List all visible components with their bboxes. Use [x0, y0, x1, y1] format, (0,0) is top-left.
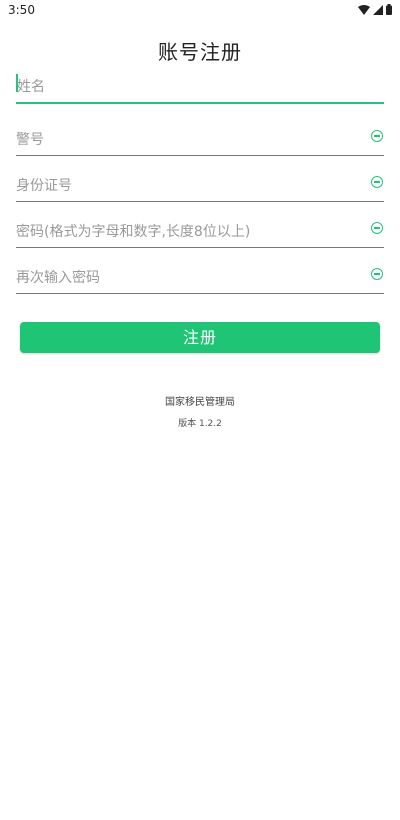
confirm-password-field[interactable]: 再次输入密码	[16, 261, 384, 294]
status-icons	[358, 4, 392, 15]
signal-icon	[373, 4, 383, 15]
status-bar: 3:50	[0, 0, 400, 22]
status-time: 3:50	[8, 3, 35, 17]
organization-name: 国家移民管理局	[165, 397, 235, 408]
app-version: 版本 1.2.2	[178, 419, 222, 429]
badge-number-field[interactable]: 警号	[16, 123, 384, 156]
confirm-password-placeholder: 再次输入密码	[16, 270, 100, 286]
id-number-field[interactable]: 身份证号	[16, 169, 384, 202]
clear-icon[interactable]	[371, 176, 383, 188]
badge-number-placeholder: 警号	[16, 132, 44, 148]
name-field[interactable]: 姓名	[16, 70, 384, 104]
password-field[interactable]: 密码(格式为字母和数字,长度8位以上)	[16, 215, 384, 248]
wifi-icon	[358, 4, 370, 15]
clear-icon[interactable]	[371, 268, 383, 280]
id-number-placeholder: 身份证号	[16, 178, 72, 194]
password-placeholder: 密码(格式为字母和数字,长度8位以上)	[16, 224, 251, 240]
clear-icon[interactable]	[371, 130, 383, 142]
register-button[interactable]: 注册	[20, 322, 380, 353]
name-placeholder: 姓名	[17, 79, 45, 95]
clear-icon[interactable]	[371, 222, 383, 234]
page-title: 账号注册	[158, 40, 242, 64]
battery-icon	[386, 4, 392, 15]
